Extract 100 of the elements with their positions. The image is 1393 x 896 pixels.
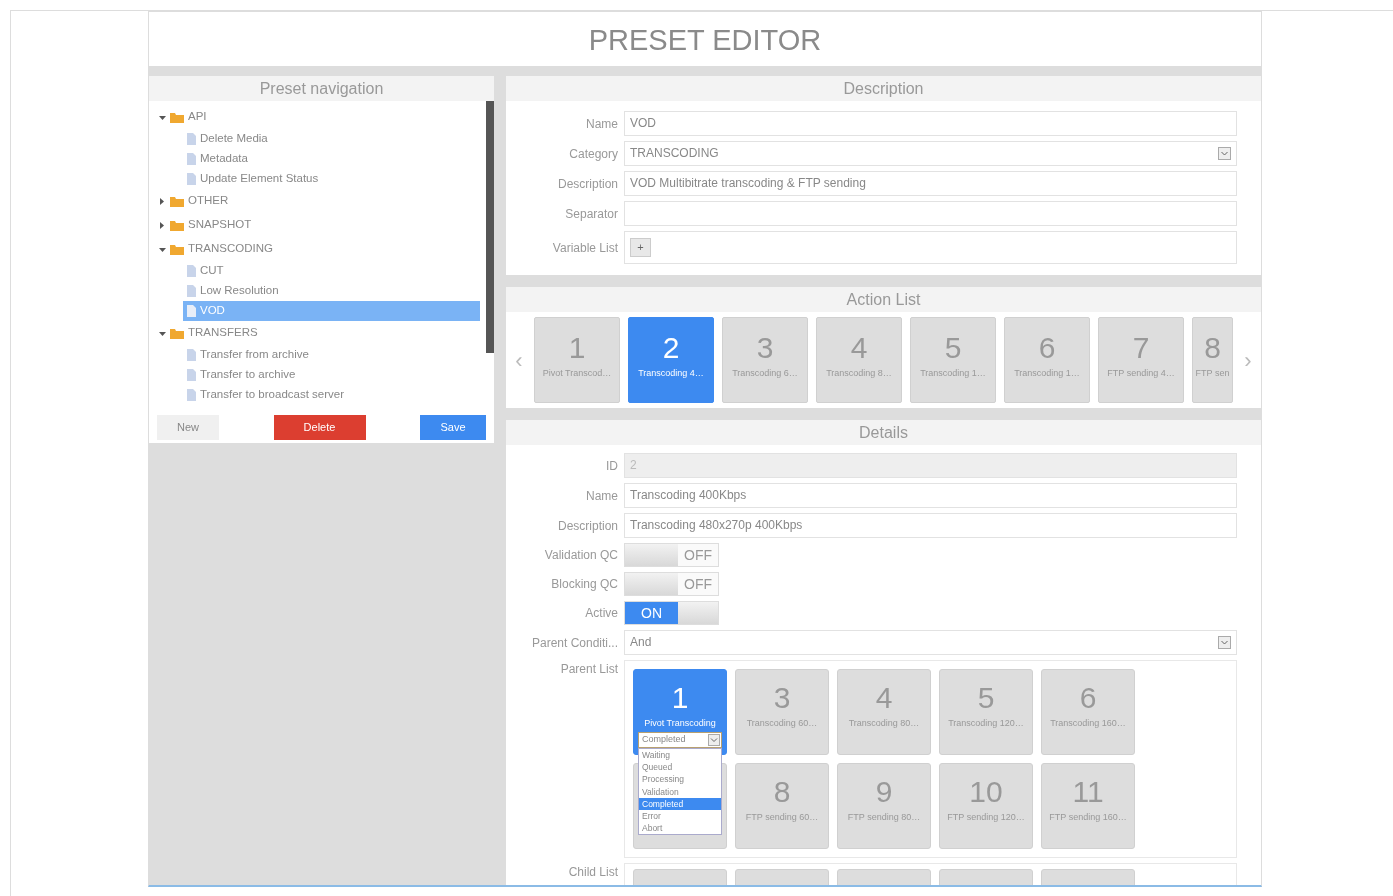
toggle-switch[interactable]: OFF	[624, 572, 719, 596]
dropdown-option[interactable]: Processing	[639, 773, 721, 786]
field-label: Name	[585, 115, 618, 133]
next-arrow[interactable]: ›	[1241, 343, 1255, 377]
tree-item[interactable]: Transfer to broadcast server	[159, 385, 345, 405]
panel-header: Preset navigation	[149, 76, 494, 101]
file-icon	[187, 389, 196, 401]
parent-tile[interactable]: 8 FTP sending 60…	[735, 763, 829, 849]
selected-value: And	[630, 634, 652, 651]
tile-label: Transcoding 160…	[1050, 717, 1126, 729]
action-button[interactable]: Save	[420, 414, 486, 440]
tree-item[interactable]: VOD	[183, 301, 480, 321]
scrollbar[interactable]	[486, 101, 494, 353]
tile-label: FTP sending 160…	[1049, 811, 1127, 823]
toggle-switch[interactable]: OFF	[624, 543, 719, 567]
tree-folder[interactable]: API	[188, 108, 207, 126]
tree-item[interactable]: Low Resolution	[159, 281, 279, 301]
tile-number: 6	[1079, 682, 1097, 714]
tree-item[interactable]: Update Element Status	[159, 169, 319, 189]
previous-arrow[interactable]: ‹	[512, 343, 526, 377]
caret-icon[interactable]	[159, 197, 166, 205]
dropdown[interactable]: And	[624, 630, 1237, 655]
action-tile[interactable]: 5 Transcoding 1…	[910, 317, 996, 403]
action-tile[interactable]: 2 Transcoding 4…	[628, 317, 714, 403]
action-tile[interactable]: 6 Transcoding 1…	[1004, 317, 1090, 403]
tile-number: 5	[977, 682, 995, 714]
section-header: Action List	[506, 287, 1261, 312]
field-label: Blocking QC	[550, 576, 618, 593]
chevron-icon	[708, 734, 720, 746]
tile-label: FTP sending 120…	[947, 811, 1025, 823]
tile-number: 9	[875, 776, 893, 808]
tree-item[interactable]: Transfer to archive	[159, 365, 296, 385]
action-button[interactable]: Delete	[273, 414, 366, 440]
field-label: Parent Conditi...	[530, 634, 618, 652]
caret-icon[interactable]	[159, 329, 166, 337]
tree-folder[interactable]: TRANSCODING	[188, 240, 273, 258]
chevron-icon	[1218, 147, 1231, 160]
input-field[interactable]: VOD	[624, 111, 1237, 136]
tree-item[interactable]: Metadata	[159, 149, 248, 169]
section-header: Details	[506, 420, 1261, 445]
field-label: Child List	[567, 864, 618, 881]
input-field[interactable]	[624, 201, 1237, 226]
toggle-switch[interactable]: ON	[624, 601, 719, 625]
action-tile[interactable]: 4 Transcoding 8…	[816, 317, 902, 403]
file-icon	[187, 153, 196, 165]
caret-icon[interactable]	[159, 221, 166, 229]
dropdown-option[interactable]: Error	[639, 810, 721, 823]
folder-icon	[170, 219, 184, 231]
input-field[interactable]: Transcoding 400Kbps	[624, 483, 1237, 508]
add-button[interactable]: +	[630, 238, 651, 257]
action-tile[interactable]: 7 FTP sending 4…	[1098, 317, 1184, 403]
dropdown[interactable]: TRANSCODING	[624, 141, 1237, 166]
action-button[interactable]: New	[157, 414, 219, 440]
input-field[interactable]: Transcoding 480x270p 400Kbps	[624, 513, 1237, 538]
caret-icon[interactable]	[159, 113, 166, 121]
app-title: PRESET EDITOR	[149, 12, 1261, 66]
section-header: Description	[506, 76, 1261, 101]
tile-label: Transcoding 80…	[848, 717, 920, 729]
parent-tile[interactable]: 4 Transcoding 80…	[837, 669, 931, 755]
folder-icon	[170, 243, 184, 255]
field-label: Validation QC	[543, 547, 618, 564]
action-tile[interactable]: 1 Pivot Transcod…	[534, 317, 620, 403]
dropdown-option[interactable]: Queued	[639, 761, 721, 774]
action-tile[interactable]: 8 FTP sen	[1192, 317, 1233, 403]
folder-icon	[170, 327, 184, 339]
field-label: Active	[584, 605, 618, 622]
tree-folder[interactable]: OTHER	[188, 192, 229, 210]
parent-tile[interactable]: 9 FTP sending 80…	[837, 763, 931, 849]
status-dropdown[interactable]: Completed	[638, 732, 722, 748]
chevron-icon	[1218, 636, 1231, 649]
tile-number: 8	[773, 776, 791, 808]
input-field[interactable]: VOD Multibitrate transcoding & FTP sending	[624, 171, 1237, 196]
tree-item[interactable]: Delete Media	[159, 129, 268, 149]
tree-item[interactable]: Transfer from archive	[159, 345, 309, 365]
action-tile[interactable]: 3 Transcoding 6…	[722, 317, 808, 403]
tile-label: Transcoding 60…	[746, 717, 818, 729]
folder-icon	[170, 111, 184, 123]
tree-folder[interactable]: SNAPSHOT	[188, 216, 252, 234]
tree-item[interactable]: CUT	[159, 261, 224, 281]
field-label: ID	[605, 457, 618, 475]
field-label: Parent List	[559, 661, 618, 678]
parent-tile[interactable]: 5 Transcoding 120…	[939, 669, 1033, 755]
field-label: Description	[556, 175, 618, 193]
dropdown-option[interactable]: Validation	[639, 785, 721, 798]
file-icon	[187, 285, 196, 297]
file-icon	[187, 265, 196, 277]
dropdown-option[interactable]: Waiting	[639, 749, 721, 762]
tile-label: FTP sending 80…	[847, 811, 921, 823]
parent-tile[interactable]: 10 FTP sending 120…	[939, 763, 1033, 849]
parent-tile[interactable]: 3 Transcoding 60…	[735, 669, 829, 755]
dropdown-option[interactable]: Completed	[639, 797, 721, 810]
parent-tile[interactable]: 11 FTP sending 160…	[1041, 763, 1135, 849]
dropdown-option[interactable]: Abort	[639, 822, 721, 835]
tile-label: Pivot Transcoding	[644, 717, 716, 729]
caret-icon[interactable]	[159, 245, 166, 253]
parent-tile[interactable]: 6 Transcoding 160…	[1041, 669, 1135, 755]
tree-folder[interactable]: TRANSFERS	[188, 324, 258, 342]
file-icon	[187, 133, 196, 145]
field-label: Category	[568, 145, 618, 163]
field-label: Variable List	[551, 239, 618, 257]
